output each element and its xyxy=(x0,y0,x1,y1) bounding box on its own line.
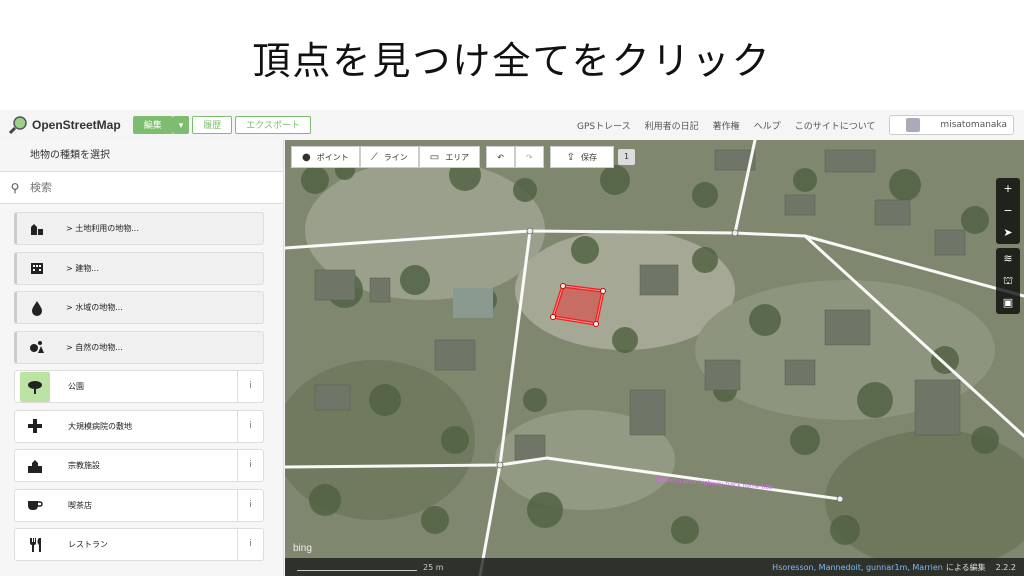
slide-title: 頂点を見つけ全てをクリック xyxy=(252,39,772,83)
water-icon xyxy=(22,293,52,323)
search-icon: ⚲ xyxy=(10,180,20,195)
zoom-in-icon[interactable]: + xyxy=(996,178,1020,200)
map-data-icon[interactable]: ⛫ xyxy=(996,270,1020,292)
contributors-attribution[interactable]: Hsoresson, Mannedoit, gunnar1m, Marrien xyxy=(772,563,943,572)
version-label: 2.2.2 xyxy=(995,562,1016,572)
preset-category-landuse[interactable]: > 土地利用の地物... xyxy=(14,212,264,245)
scale-bar xyxy=(297,563,417,571)
bing-logo: bing xyxy=(293,543,312,554)
point-pin-icon: ● xyxy=(302,151,311,163)
preset-info-button[interactable]: i xyxy=(237,410,263,442)
add-area-button[interactable]: ▭ エリア xyxy=(418,146,481,168)
tab-history[interactable]: 履歴 xyxy=(192,116,233,134)
map-footer: 25 m Hsoresson, Mannedoit, gunnar1m, Mar… xyxy=(285,558,1024,576)
attribution-suffix: による編集 xyxy=(945,562,986,572)
preset-religious[interactable]: 宗教施設 i xyxy=(14,449,264,482)
religious-icon xyxy=(20,451,50,481)
add-point-button[interactable]: ● ポイント xyxy=(291,146,360,168)
undo-icon: ↶ xyxy=(497,152,504,162)
preset-list: > 土地利用の地物... > 建物... > 水域の地物... > 自然の地物.… xyxy=(14,212,264,568)
line-label: ライン xyxy=(383,152,408,162)
search-input[interactable] xyxy=(30,181,230,194)
preset-info-button[interactable]: i xyxy=(237,529,263,560)
preset-hospital[interactable]: 大規模病院の敷地 i xyxy=(14,409,264,443)
edit-toolbar: ● ポイント ⟋ ライン ▭ エリア ↶ ↷ ⇪ 保存 1 xyxy=(291,146,636,168)
nav-about[interactable]: このサイトについて xyxy=(795,119,876,132)
help-panel-icon[interactable]: ▣ xyxy=(996,292,1020,314)
preset-category-natural[interactable]: > 自然の地物... xyxy=(14,330,264,364)
save-label: 保存 xyxy=(580,152,597,162)
preset-label: > 土地利用の地物... xyxy=(66,224,139,233)
building-icon xyxy=(22,253,52,283)
landuse-icon xyxy=(22,214,52,244)
username: misatomanaka xyxy=(940,120,1007,130)
preset-label: > 建物... xyxy=(66,263,99,273)
geolocate-icon[interactable]: ➤ xyxy=(996,222,1020,244)
zoom-out-icon[interactable]: − xyxy=(996,200,1020,222)
preset-label: 喫茶店 xyxy=(68,500,92,510)
line-icon: ⟋ xyxy=(370,151,378,163)
preset-label: > 自然の地物... xyxy=(66,342,123,352)
tab-edit[interactable]: 編集 xyxy=(132,116,173,134)
nav-copyright[interactable]: 著作権 xyxy=(713,119,740,132)
layers-icon[interactable]: ≋ xyxy=(996,248,1020,270)
nav-gps-traces[interactable]: GPSトレース xyxy=(577,119,631,132)
hospital-cross-icon xyxy=(20,411,50,441)
nav-help[interactable]: ヘルプ xyxy=(754,119,781,132)
logo-text: OpenStreetMap xyxy=(32,118,121,132)
preset-info-button[interactable]: i xyxy=(237,489,263,521)
edit-dropdown-caret-icon[interactable]: ▾ xyxy=(172,116,190,134)
save-count-badge: 1 xyxy=(617,149,636,165)
nav-links: GPSトレース 利用者の日記 著作権 ヘルプ このサイトについて misatom… xyxy=(563,115,1024,135)
redo-icon: ↷ xyxy=(525,152,533,162)
top-navbar: OpenStreetMap 編集 ▾ 履歴 エクスポート GPSトレース 利用者… xyxy=(0,110,1024,140)
undo-button[interactable]: ↶ xyxy=(486,146,515,168)
preset-info-button[interactable]: i xyxy=(237,450,263,481)
restaurant-icon xyxy=(20,530,50,560)
map-canvas[interactable]: Tanzania area highway track name bbb ● ポ… xyxy=(285,140,1024,576)
preset-label: 公園 xyxy=(68,382,84,391)
zoom-controls: + − ➤ xyxy=(996,178,1020,244)
preset-category-building[interactable]: > 建物... xyxy=(14,251,264,285)
save-button[interactable]: ⇪ 保存 xyxy=(549,146,614,168)
osm-logo[interactable]: OpenStreetMap xyxy=(8,115,121,135)
sidebar: 地物の種類を選択 ⚲ > 土地利用の地物... > 建物... xyxy=(0,140,284,576)
preset-category-water[interactable]: > 水域の地物... xyxy=(14,291,264,324)
area-icon: ▭ xyxy=(429,151,440,163)
sidebar-header: 地物の種類を選択 xyxy=(0,140,283,172)
preset-info-button[interactable]: i xyxy=(237,371,263,402)
magnifier-logo-icon xyxy=(8,116,27,135)
search-bar: ⚲ xyxy=(0,172,283,204)
map-panels-controls: ≋ ⛫ ▣ xyxy=(996,248,1020,314)
park-tree-icon xyxy=(20,371,50,402)
preset-label: レストラン xyxy=(68,540,108,549)
upload-icon: ⇪ xyxy=(566,151,575,163)
preset-park[interactable]: 公園 i xyxy=(14,370,264,403)
satellite-imagery xyxy=(285,140,1024,576)
user-menu[interactable]: misatomanaka xyxy=(889,115,1014,135)
preset-label: 大規模病院の敷地 xyxy=(68,421,132,431)
osm-editor: OpenStreetMap 編集 ▾ 履歴 エクスポート GPSトレース 利用者… xyxy=(0,110,1024,576)
preset-restaurant[interactable]: レストラン i xyxy=(14,528,264,561)
natural-icon xyxy=(22,332,52,362)
redo-button[interactable]: ↷ xyxy=(514,146,544,168)
add-line-button[interactable]: ⟋ ライン xyxy=(359,146,419,168)
tab-export[interactable]: エクスポート xyxy=(235,116,311,134)
main-tabs: 編集 ▾ 履歴 エクスポート xyxy=(132,116,314,134)
preset-label: > 水域の地物... xyxy=(66,303,123,312)
preset-label: 宗教施設 xyxy=(68,461,100,470)
nav-user-diaries[interactable]: 利用者の日記 xyxy=(645,119,699,132)
preset-cafe[interactable]: 喫茶店 i xyxy=(14,488,264,522)
avatar xyxy=(906,118,921,132)
scale-label: 25 m xyxy=(423,562,444,572)
area-label: エリア xyxy=(445,152,470,162)
point-label: ポイント xyxy=(316,152,349,162)
cafe-cup-icon xyxy=(20,490,50,520)
